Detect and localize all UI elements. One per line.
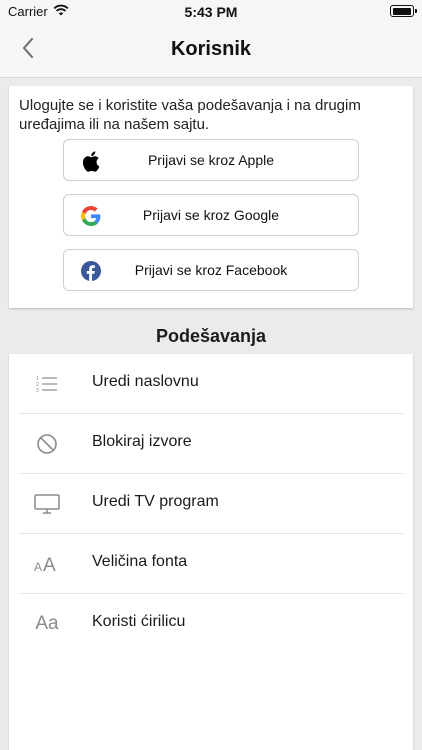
settings-item-label: Uredi TV program [92, 493, 219, 510]
facebook-login-button[interactable]: Prijavi se kroz Facebook [63, 249, 359, 291]
google-login-label: Prijavi se kroz Google [142, 207, 280, 223]
settings-item-label: Veličina fonta [92, 553, 188, 570]
settings-item-edit-homepage[interactable]: 1 2 3 Uredi naslovnu [9, 354, 413, 414]
login-description: Ulogujte se i koristite vaša podešavanja… [19, 97, 361, 133]
nav-bar: Korisnik [0, 22, 422, 78]
google-login-button[interactable]: Prijavi se kroz Google [63, 194, 359, 236]
battery-icon [390, 5, 417, 17]
font-size-icon: A A [33, 552, 61, 576]
settings-item-label: Koristi ćirilicu [92, 613, 186, 630]
settings-title: Podešavanja [155, 326, 267, 346]
settings-item-edit-tv[interactable]: Uredi TV program [9, 474, 413, 534]
svg-text:A: A [34, 560, 42, 574]
settings-list: 1 2 3 Uredi naslovnu Blokiraj izvore Ure… [9, 354, 413, 750]
settings-item-label: Uredi naslovnu [92, 373, 199, 390]
status-time: 5:43 PM [184, 4, 238, 20]
block-icon [33, 432, 61, 456]
page-title: Korisnik [170, 38, 252, 60]
settings-item-block-sources[interactable]: Blokiraj izvore [9, 414, 413, 474]
settings-item-font-size[interactable]: A A Veličina fonta [9, 534, 413, 594]
alphabet-icon-text: Aa [35, 613, 59, 634]
apple-login-label: Prijavi se kroz Apple [147, 152, 275, 168]
settings-item-label: Blokiraj izvore [92, 433, 192, 450]
numbered-list-icon: 1 2 3 [33, 372, 61, 396]
svg-text:3: 3 [36, 388, 39, 393]
facebook-login-label: Prijavi se kroz Facebook [134, 262, 288, 278]
apple-login-button[interactable]: Prijavi se kroz Apple [63, 139, 359, 181]
status-bar: Carrier 5:43 PM [0, 0, 422, 22]
tv-icon [33, 492, 61, 516]
svg-text:A: A [43, 555, 56, 574]
alphabet-icon: Aa [33, 612, 61, 636]
login-card: Ulogujte se i koristite vaša podešavanja… [9, 86, 413, 308]
settings-item-cyrillic[interactable]: Aa Koristi ćirilicu [9, 594, 413, 654]
